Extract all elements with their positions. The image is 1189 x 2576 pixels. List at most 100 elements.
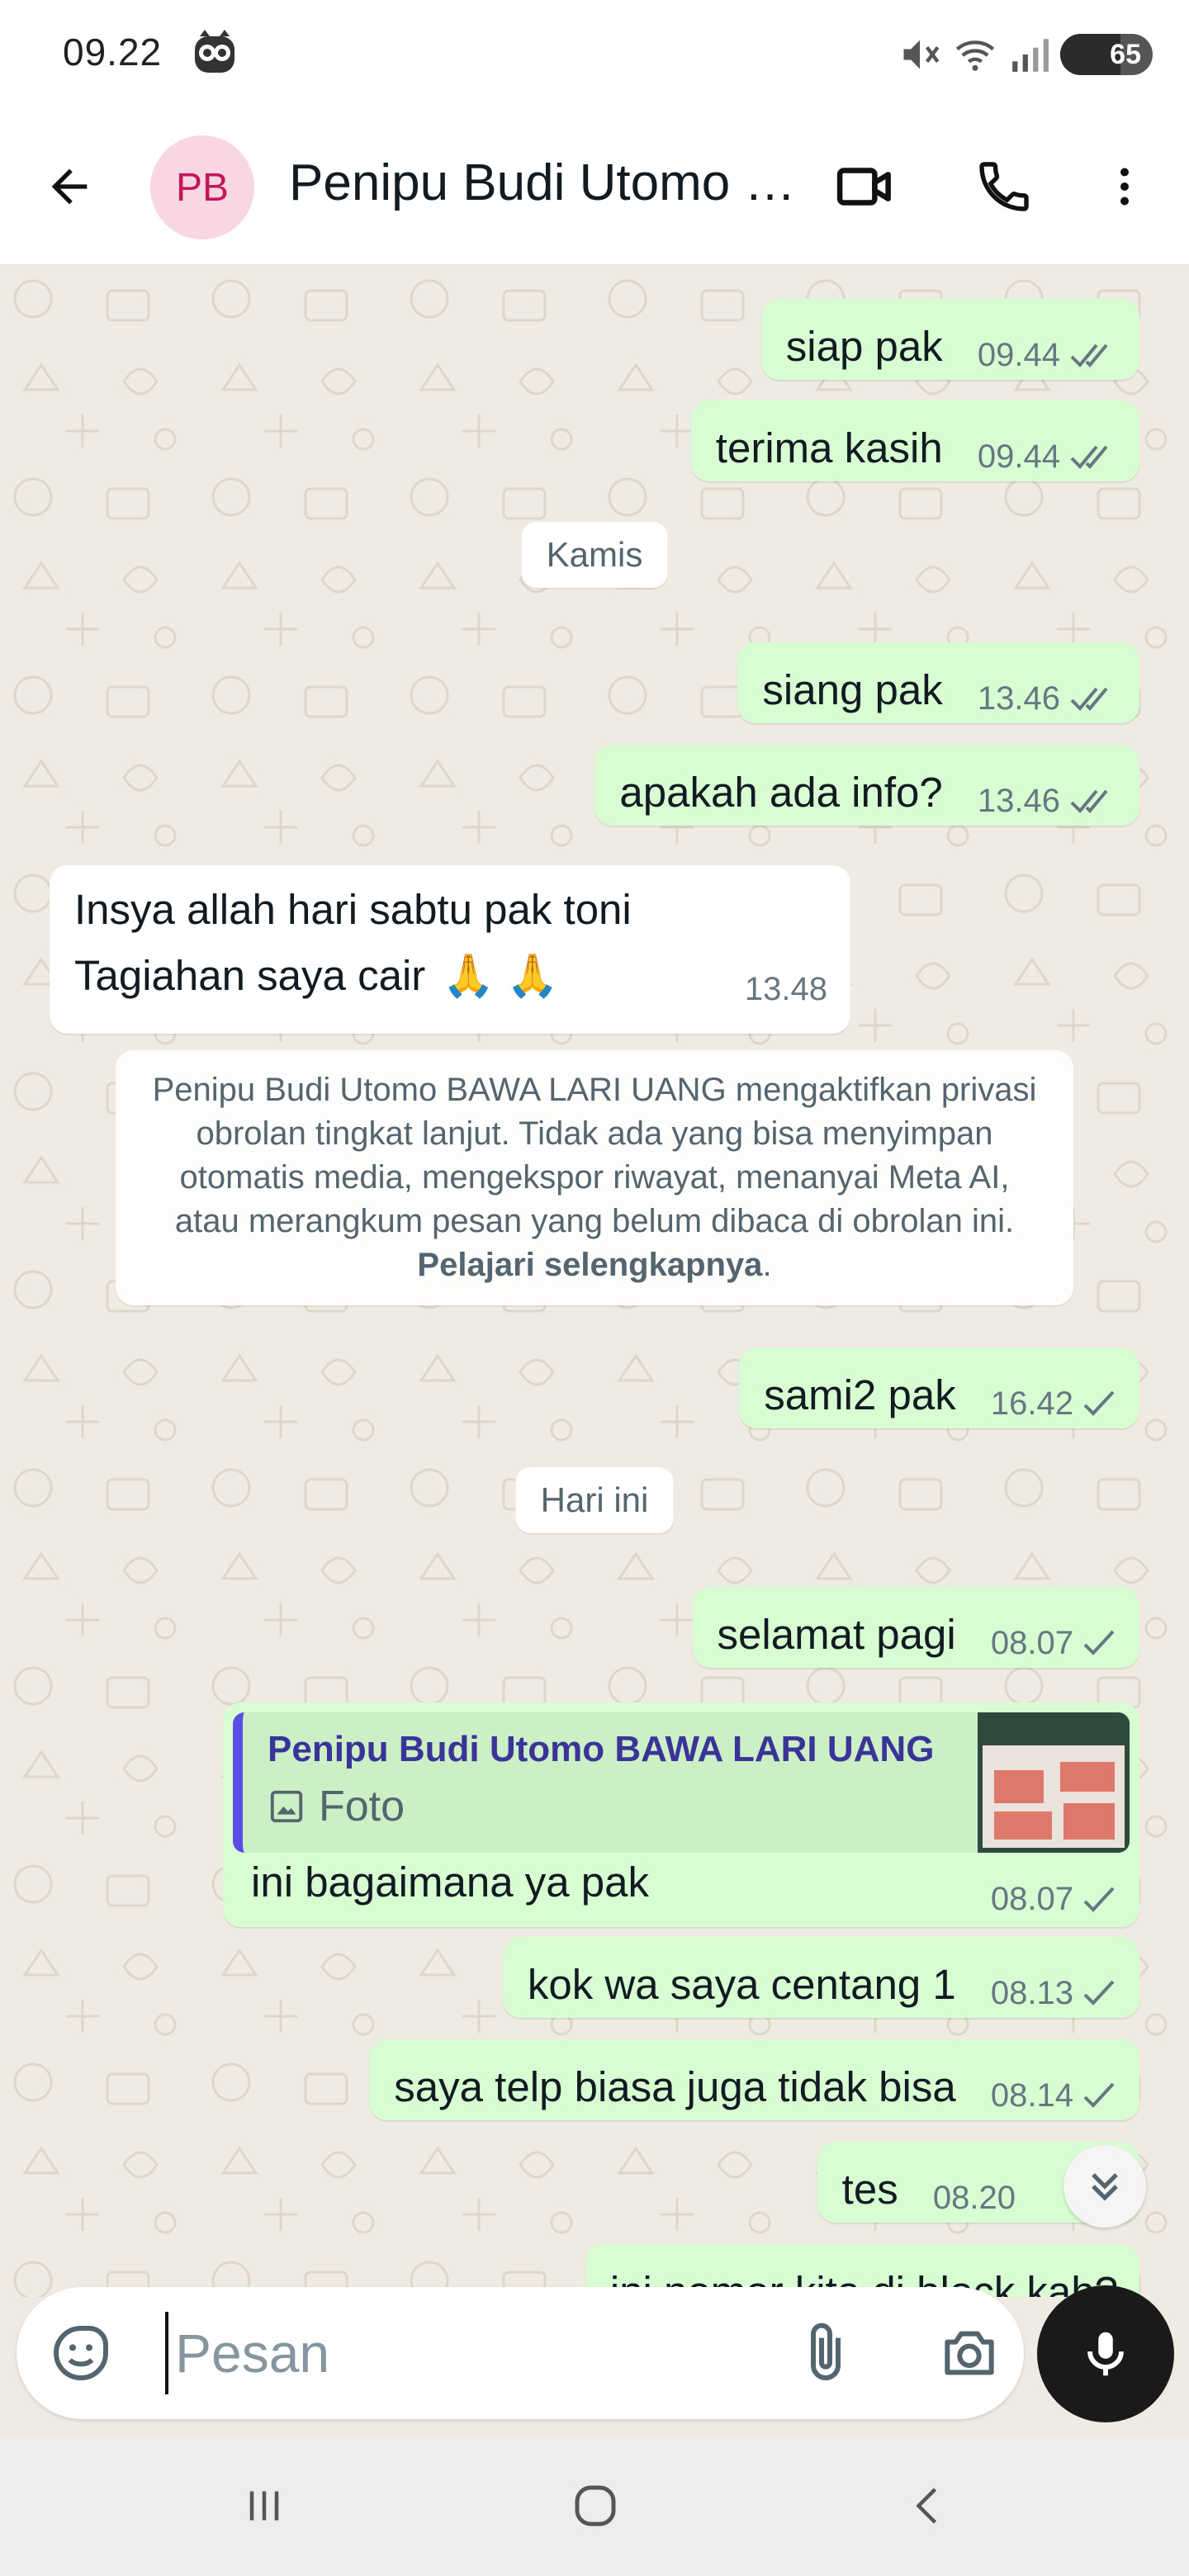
outgoing-message[interactable]: sami2 pak 16.42 (739, 1347, 1139, 1428)
chat-area[interactable]: siap pak 09.44 terima kasih 09.44 Kamis … (0, 266, 1189, 2297)
sticker-button[interactable] (48, 2320, 114, 2386)
reply-body: ini bagaimana ya pak 08.07 (233, 1853, 1130, 1917)
message-text: terima kasih (715, 424, 943, 471)
system-navigation-bar (0, 2436, 1189, 2576)
message-time: 08.13 (990, 1975, 1073, 2011)
message-meta: 09.44 (978, 322, 1118, 388)
home-icon (575, 2485, 616, 2526)
pray-emoji: 🙏 🙏 (442, 952, 559, 999)
camera-icon (945, 2331, 994, 2375)
message-time: 13.46 (977, 680, 1060, 717)
outgoing-message[interactable]: selamat pagi 08.07 (692, 1587, 1139, 1668)
video-call-icon (836, 168, 891, 206)
voice-message-button[interactable] (1037, 2285, 1174, 2422)
chat-header: PB Penipu Budi Utomo BAWA LARI UANG (0, 107, 1189, 266)
outgoing-message[interactable]: siang pak 13.46 (737, 642, 1139, 723)
outgoing-message[interactable]: terima kasih 09.44 (690, 400, 1139, 481)
single-check-icon (1083, 2082, 1115, 2108)
quoted-type-label: Foto (319, 1783, 405, 1830)
double-check-icon (1070, 445, 1108, 469)
message-text: siang pak (762, 666, 943, 713)
single-check-icon (1083, 1390, 1115, 1416)
camera-button[interactable] (936, 2320, 1002, 2386)
contact-avatar[interactable]: PB (150, 135, 254, 239)
signal-icon (1012, 39, 1049, 72)
outgoing-message[interactable]: saya telp biasa juga tidak bisa 08.14 (369, 2039, 1139, 2120)
outgoing-message[interactable]: kok wa saya centang 1 08.13 (502, 1937, 1139, 2018)
message-text: siap pak (785, 323, 943, 370)
message-time: 13.48 (744, 971, 827, 1007)
message-meta: 08.20 (933, 2165, 1016, 2231)
microphone-icon (1087, 2332, 1124, 2376)
message-meta: 08.14 (991, 2062, 1118, 2129)
message-text-line: Tagiahan saya cair 🙏 🙏 (74, 943, 826, 1009)
message-time: 13.46 (977, 783, 1060, 819)
single-check-icon (1083, 1980, 1115, 2005)
message-text-line: Insya allah hari sabtu pak toni (74, 886, 632, 933)
message-time: 09.44 (977, 337, 1060, 373)
nav-back-button[interactable] (892, 2469, 966, 2543)
outgoing-reply-message[interactable]: Penipu Budi Utomo BAWA LARI UANG Foto in… (223, 1702, 1139, 1927)
sticker-icon (53, 2326, 108, 2381)
message-meta: 08.13 (991, 1960, 1118, 2026)
privacy-notice: Penipu Budi Utomo BAWA LARI UANG mengakt… (116, 1050, 1073, 1305)
double-check-icon (1070, 343, 1108, 367)
single-check-icon (1083, 1887, 1115, 1912)
home-button[interactable] (558, 2469, 632, 2543)
battery-indicator: 65 (1060, 34, 1153, 75)
date-separator: Kamis (521, 522, 668, 588)
message-meta: 09.44 (978, 424, 1118, 490)
paperclip-icon (811, 2323, 841, 2380)
message-time: 08.07 (990, 1881, 1073, 1917)
more-options-button[interactable] (1090, 152, 1159, 221)
double-chevron-down-icon (1092, 2173, 1118, 2201)
message-time: 08.20 (932, 2180, 1016, 2216)
phone-icon (979, 162, 1029, 211)
scroll-to-bottom-button[interactable] (1063, 2145, 1146, 2228)
incoming-message[interactable]: Insya allah hari sabtu pak toni Tagiahan… (50, 865, 850, 1034)
learn-more-link[interactable]: Pelajari selengkapnya (417, 1247, 762, 1283)
image-icon (270, 1790, 303, 1823)
contact-name[interactable]: Penipu Budi Utomo BAWA LARI UANG (289, 154, 801, 212)
message-text: apakah ada info? (619, 769, 943, 816)
mute-icon (903, 40, 940, 69)
attach-button[interactable] (793, 2320, 859, 2386)
message-composer (17, 2287, 1024, 2419)
quoted-message[interactable]: Penipu Budi Utomo BAWA LARI UANG Foto (233, 1712, 1130, 1853)
back-arrow-icon (51, 168, 88, 205)
message-time: 16.42 (990, 1385, 1073, 1422)
status-bar: 09.22 65 (0, 0, 1189, 107)
owl-notification-icon (195, 30, 234, 73)
double-check-icon (1070, 687, 1108, 711)
single-check-icon (1083, 1630, 1115, 1655)
wifi-icon (955, 40, 995, 71)
recent-apps-icon (249, 2491, 279, 2521)
message-time: 08.14 (990, 2077, 1073, 2114)
status-time: 09.22 (63, 31, 163, 73)
date-separator: Hari ini (515, 1467, 674, 1533)
voice-call-button[interactable] (969, 152, 1039, 221)
more-vert-icon (1120, 168, 1129, 206)
message-meta: 13.46 (978, 768, 1118, 834)
back-button[interactable] (38, 155, 101, 218)
message-meta: 08.07 (991, 1881, 1118, 1918)
outgoing-message[interactable]: apakah ada info? 13.46 (594, 745, 1139, 826)
battery-level: 65 (1110, 38, 1141, 70)
privacy-notice-text: Penipu Budi Utomo BAWA LARI UANG mengakt… (152, 1072, 1037, 1239)
message-text: saya telp biasa juga tidak bisa (394, 2063, 956, 2110)
video-call-button[interactable] (831, 152, 900, 221)
recent-apps-button[interactable] (227, 2469, 301, 2543)
message-text: selamat pagi (717, 1611, 956, 1658)
message-time: 08.07 (990, 1625, 1073, 1661)
status-icons: 65 (898, 31, 1153, 78)
message-meta: 13.46 (978, 665, 1118, 732)
message-text: kok wa saya centang 1 (527, 1961, 956, 2008)
message-input[interactable] (165, 2312, 760, 2394)
message-text: tes (841, 2166, 898, 2213)
message-text: Tagiahan saya cair (74, 952, 426, 999)
nav-back-icon (916, 2488, 937, 2524)
message-text: ini bagaimana ya pak (251, 1859, 649, 1906)
outgoing-message[interactable]: siap pak 09.44 (760, 299, 1139, 380)
message-meta: 08.07 (991, 1610, 1118, 1676)
message-meta: 16.42 (991, 1371, 1118, 1437)
